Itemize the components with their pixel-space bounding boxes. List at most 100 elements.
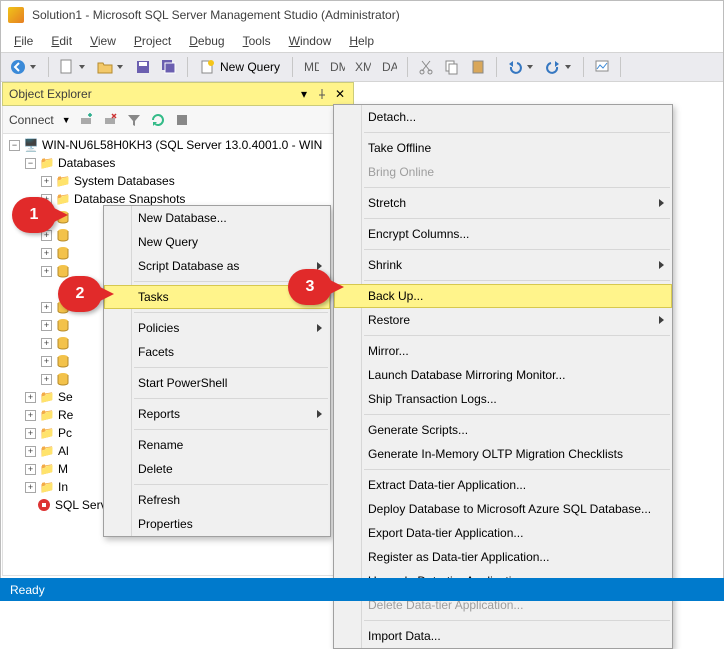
cm-restore[interactable]: Restore [334, 308, 672, 332]
database-icon [56, 264, 70, 278]
menu-file[interactable]: File [6, 32, 41, 50]
cm-extract-data-tier[interactable]: Extract Data-tier Application... [334, 473, 672, 497]
cm-take-offline[interactable]: Take Offline [334, 136, 672, 160]
open-button[interactable] [93, 55, 117, 79]
connect-label[interactable]: Connect [9, 113, 56, 127]
svg-text:MDX: MDX [304, 60, 319, 74]
database-icon [56, 372, 70, 386]
agent-icon [37, 498, 51, 512]
object-explorer-header: Object Explorer ▾ ✕ [2, 82, 354, 106]
tasks-submenu: Detach... Take Offline Bring Online Stre… [333, 104, 673, 649]
cm-new-query[interactable]: New Query [104, 230, 330, 254]
folder-icon: 📁 [40, 426, 54, 440]
panel-dropdown-icon[interactable]: ▾ [297, 87, 311, 101]
connect-remove-icon[interactable] [101, 111, 119, 129]
cm-launch-mirroring[interactable]: Launch Database Mirroring Monitor... [334, 363, 672, 387]
toolbar: New Query MDX DMX XMLA DAX [0, 52, 724, 82]
server-icon: 🖥️ [24, 138, 38, 152]
cm-rename[interactable]: Rename [104, 433, 330, 457]
tree-databases-node[interactable]: −📁Databases [3, 154, 353, 172]
title-bar: Solution1 - Microsoft SQL Server Managem… [0, 0, 724, 30]
folder-icon: 📁 [40, 156, 54, 170]
new-query-label: New Query [220, 60, 280, 74]
cut-button[interactable] [414, 55, 438, 79]
mdx-icon[interactable]: MDX [299, 55, 323, 79]
folder-icon: 📁 [40, 390, 54, 404]
connect-add-icon[interactable] [77, 111, 95, 129]
database-icon [56, 246, 70, 260]
cm-generate-oltp[interactable]: Generate In-Memory OLTP Migration Checkl… [334, 442, 672, 466]
ssms-icon [8, 7, 24, 23]
menu-bar: File Edit View Project Debug Tools Windo… [0, 30, 724, 52]
undo-button[interactable] [503, 55, 527, 79]
cm-policies[interactable]: Policies [104, 316, 330, 340]
activity-monitor-icon[interactable] [590, 55, 614, 79]
menu-view[interactable]: View [82, 32, 124, 50]
folder-icon: 📁 [40, 408, 54, 422]
callout-1: 1 [12, 197, 56, 233]
svg-text:XMLA: XMLA [355, 60, 371, 74]
cm-deploy-azure[interactable]: Deploy Database to Microsoft Azure SQL D… [334, 497, 672, 521]
save-all-button[interactable] [157, 55, 181, 79]
cm-export-data-tier[interactable]: Export Data-tier Application... [334, 521, 672, 545]
menu-tools[interactable]: Tools [235, 32, 279, 50]
pin-icon[interactable] [315, 87, 329, 101]
new-item-button[interactable] [55, 55, 79, 79]
stop-icon[interactable] [173, 111, 191, 129]
cm-encrypt-columns[interactable]: Encrypt Columns... [334, 222, 672, 246]
filter-icon[interactable] [125, 111, 143, 129]
database-icon [56, 318, 70, 332]
database-icon [56, 336, 70, 350]
cm-delete[interactable]: Delete [104, 457, 330, 481]
cm-properties[interactable]: Properties [104, 512, 330, 536]
folder-icon: 📁 [40, 444, 54, 458]
tree-server-node[interactable]: −🖥️WIN-NU6L58H0KH3 (SQL Server 13.0.4001… [3, 136, 353, 154]
cm-import-data[interactable]: Import Data... [334, 624, 672, 648]
menu-window[interactable]: Window [281, 32, 340, 50]
database-icon [56, 354, 70, 368]
dmx-icon[interactable]: DMX [325, 55, 349, 79]
cm-facets[interactable]: Facets [104, 340, 330, 364]
cm-new-database[interactable]: New Database... [104, 206, 330, 230]
cm-reports[interactable]: Reports [104, 402, 330, 426]
database-icon [56, 228, 70, 242]
callout-3: 3 [288, 269, 332, 305]
nav-back-button[interactable] [6, 55, 30, 79]
paste-button[interactable] [466, 55, 490, 79]
menu-edit[interactable]: Edit [43, 32, 80, 50]
menu-debug[interactable]: Debug [181, 32, 232, 50]
window-title: Solution1 - Microsoft SQL Server Managem… [32, 8, 400, 22]
cm-back-up[interactable]: Back Up... [334, 284, 672, 308]
database-context-menu: New Database... New Query Script Databas… [103, 205, 331, 537]
folder-icon: 📁 [40, 480, 54, 494]
folder-icon: 📁 [40, 462, 54, 476]
status-bar: Ready [0, 578, 724, 601]
xmla-icon[interactable]: XMLA [351, 55, 375, 79]
cm-start-powershell[interactable]: Start PowerShell [104, 371, 330, 395]
menu-help[interactable]: Help [341, 32, 382, 50]
new-query-button[interactable]: New Query [194, 55, 286, 79]
redo-button[interactable] [541, 55, 565, 79]
refresh-icon[interactable] [149, 111, 167, 129]
menu-project[interactable]: Project [126, 32, 179, 50]
cm-bring-online: Bring Online [334, 160, 672, 184]
cm-refresh[interactable]: Refresh [104, 488, 330, 512]
callout-2: 2 [58, 276, 102, 312]
dax-icon[interactable]: DAX [377, 55, 401, 79]
cm-stretch[interactable]: Stretch [334, 191, 672, 215]
svg-text:DAX: DAX [382, 60, 397, 74]
cm-shrink[interactable]: Shrink [334, 253, 672, 277]
cm-register-data-tier[interactable]: Register as Data-tier Application... [334, 545, 672, 569]
copy-button[interactable] [440, 55, 464, 79]
folder-icon: 📁 [56, 174, 70, 188]
cm-mirror[interactable]: Mirror... [334, 339, 672, 363]
save-button[interactable] [131, 55, 155, 79]
svg-text:DMX: DMX [330, 60, 345, 74]
folder-icon: 📁 [56, 192, 70, 206]
cm-generate-scripts[interactable]: Generate Scripts... [334, 418, 672, 442]
status-text: Ready [10, 583, 45, 597]
cm-detach[interactable]: Detach... [334, 105, 672, 129]
close-icon[interactable]: ✕ [333, 87, 347, 101]
tree-system-databases[interactable]: +📁System Databases [3, 172, 353, 190]
cm-ship-logs[interactable]: Ship Transaction Logs... [334, 387, 672, 411]
